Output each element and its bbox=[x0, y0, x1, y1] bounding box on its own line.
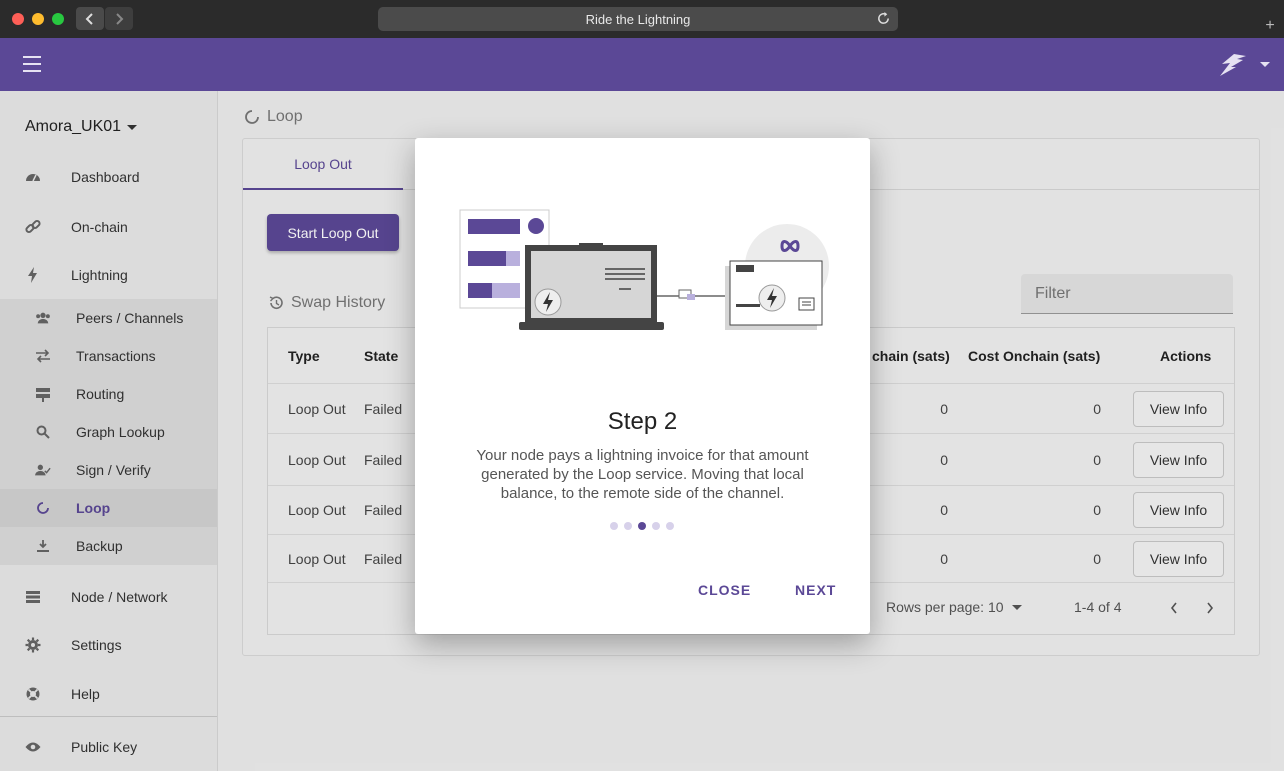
page-title: Ride the Lightning bbox=[585, 11, 691, 27]
reload-icon[interactable] bbox=[876, 11, 891, 26]
chevron-right-icon bbox=[116, 12, 124, 25]
dialog-step-description: Your node pays a lightning invoice for t… bbox=[476, 447, 809, 502]
step-dot[interactable] bbox=[652, 522, 660, 530]
step-dot[interactable] bbox=[610, 522, 618, 530]
chevron-left-icon bbox=[85, 12, 93, 25]
back-button[interactable] bbox=[76, 7, 104, 30]
step-indicator bbox=[610, 522, 680, 530]
zoom-window-button[interactable] bbox=[52, 13, 64, 25]
chevron-down-icon[interactable] bbox=[1260, 62, 1270, 67]
close-button[interactable]: CLOSE bbox=[698, 582, 751, 598]
dialog-step-title: Step 2 bbox=[607, 408, 678, 435]
address-bar[interactable]: Ride the Lightning bbox=[378, 7, 898, 31]
rtl-logo-icon[interactable] bbox=[1218, 52, 1248, 78]
step-dot[interactable] bbox=[624, 522, 632, 530]
app-header bbox=[0, 38, 1284, 91]
step-dot[interactable] bbox=[638, 522, 646, 530]
new-tab-button[interactable]: + bbox=[1262, 18, 1278, 34]
loop-illustration bbox=[459, 209, 829, 330]
step-dot[interactable] bbox=[666, 522, 674, 530]
minimize-window-button[interactable] bbox=[32, 13, 44, 25]
close-window-button[interactable] bbox=[12, 13, 24, 25]
menu-icon[interactable] bbox=[23, 56, 41, 72]
next-button[interactable]: NEXT bbox=[795, 582, 836, 598]
browser-toolbar: Ride the Lightning + bbox=[0, 0, 1284, 38]
forward-button[interactable] bbox=[105, 7, 133, 30]
loop-info-dialog: Step 2 Your node pays a lightning invoic… bbox=[415, 138, 870, 634]
